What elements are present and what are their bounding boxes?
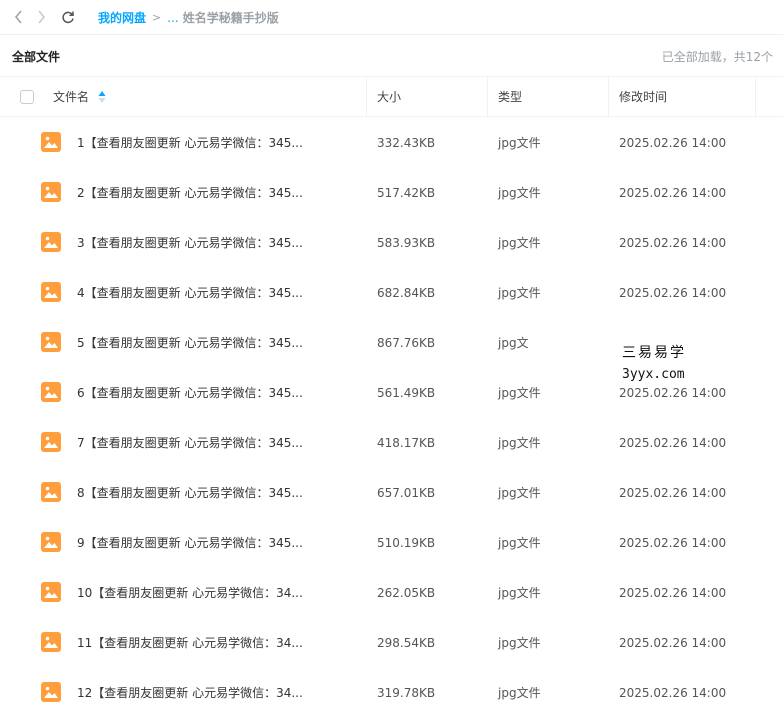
list-title: 全部文件 (12, 50, 61, 64)
image-file-icon (41, 682, 61, 702)
column-header-name[interactable]: 文件名 (53, 77, 89, 117)
image-file-icon (41, 482, 61, 502)
file-modified: 2025.02.26 14:00 (619, 186, 727, 200)
file-size: 561.49KB (377, 386, 436, 400)
file-type: jpg文件 (498, 286, 541, 300)
watermark-url: 3yyx.com (622, 367, 685, 382)
file-type: jpg文件 (498, 536, 541, 550)
load-status: 已全部加载，共12个 (661, 50, 773, 64)
file-name[interactable]: 9【查看朋友圈更新 心元易学微信：345... (77, 518, 347, 568)
file-row[interactable]: 9【查看朋友圈更新 心元易学微信：345... 510.19KB jpg文件 2… (0, 518, 783, 568)
file-name[interactable]: 4【查看朋友圈更新 心元易学微信：345... (77, 268, 347, 318)
file-size: 517.42KB (377, 186, 436, 200)
image-file-icon (41, 432, 61, 452)
file-type: jpg文件 (498, 636, 541, 650)
file-row[interactable]: 8【查看朋友圈更新 心元易学微信：345... 657.01KB jpg文件 2… (0, 468, 783, 518)
image-file-icon (41, 232, 61, 252)
file-type: jpg文件 (498, 486, 541, 500)
file-name[interactable]: 2【查看朋友圈更新 心元易学微信：345... (77, 168, 347, 218)
file-modified: 2025.02.26 14:00 (619, 136, 727, 150)
breadcrumb-current-folder: 姓名学秘籍手抄版 (182, 11, 279, 25)
file-modified: 2025.02.26 14:00 (619, 686, 727, 700)
top-nav-bar: 我的网盘 > ... 姓名学秘籍手抄版 (0, 0, 783, 34)
image-file-icon (41, 182, 61, 202)
file-modified: 2025.02.26 14:00 (619, 486, 727, 500)
top-divider (0, 34, 783, 35)
chevron-left-icon[interactable] (11, 9, 25, 25)
image-file-icon (41, 382, 61, 402)
column-divider (487, 77, 488, 117)
file-size: 583.93KB (377, 236, 436, 250)
chevron-right-icon[interactable] (34, 9, 48, 25)
file-modified: 2025.02.26 14:00 (619, 236, 727, 250)
file-type: jpg文件 (498, 386, 541, 400)
file-row[interactable]: 12【查看朋友圈更新 心元易学微信：34... 319.78KB jpg文件 2… (0, 668, 783, 718)
breadcrumb: 我的网盘 > ... 姓名学秘籍手抄版 (98, 9, 279, 26)
breadcrumb-ellipsis-link[interactable]: ... (167, 11, 178, 25)
file-name[interactable]: 6【查看朋友圈更新 心元易学微信：345... (77, 368, 347, 418)
file-size: 682.84KB (377, 286, 436, 300)
column-header-type[interactable]: 类型 (498, 77, 522, 117)
file-size: 510.19KB (377, 536, 436, 550)
file-name[interactable]: 1【查看朋友圈更新 心元易学微信：345... (77, 118, 347, 168)
file-row[interactable]: 3【查看朋友圈更新 心元易学微信：345... 583.93KB jpg文件 2… (0, 218, 783, 268)
file-modified: 2025.02.26 14:00 (619, 636, 727, 650)
column-divider (608, 77, 609, 117)
image-file-icon (41, 282, 61, 302)
image-file-icon (41, 582, 61, 602)
file-row[interactable]: 10【查看朋友圈更新 心元易学微信：34... 262.05KB jpg文件 2… (0, 568, 783, 618)
file-name[interactable]: 3【查看朋友圈更新 心元易学微信：345... (77, 218, 347, 268)
file-size: 418.17KB (377, 436, 436, 450)
file-size: 298.54KB (377, 636, 436, 650)
file-modified: 2025.02.26 14:00 (619, 286, 727, 300)
refresh-icon[interactable] (60, 9, 76, 25)
image-file-icon (41, 132, 61, 152)
breadcrumb-root-link[interactable]: 我的网盘 (98, 9, 146, 26)
watermark-title: 三易易学 (622, 345, 686, 361)
file-modified: 2025.02.26 14:00 (619, 436, 727, 450)
table-header: 文件名 大小 类型 修改时间 (0, 76, 783, 117)
file-type: jpg文件 (498, 186, 541, 200)
sort-arrow-icon[interactable] (98, 90, 106, 104)
file-type: jpg文件 (498, 436, 541, 450)
file-type: jpg文件 (498, 136, 541, 150)
file-type: jpg文 (498, 336, 529, 350)
file-row[interactable]: 11【查看朋友圈更新 心元易学微信：34... 298.54KB jpg文件 2… (0, 618, 783, 668)
image-file-icon (41, 332, 61, 352)
file-name[interactable]: 7【查看朋友圈更新 心元易学微信：345... (77, 418, 347, 468)
column-header-size[interactable]: 大小 (377, 77, 401, 117)
file-size: 867.76KB (377, 336, 436, 350)
file-name[interactable]: 8【查看朋友圈更新 心元易学微信：345... (77, 468, 347, 518)
file-row[interactable]: 1【查看朋友圈更新 心元易学微信：345... 332.43KB jpg文件 2… (0, 118, 783, 168)
file-size: 262.05KB (377, 586, 436, 600)
column-divider (755, 77, 756, 117)
file-size: 319.78KB (377, 686, 436, 700)
file-type: jpg文件 (498, 686, 541, 700)
file-type: jpg文件 (498, 586, 541, 600)
file-modified: 2025.02.26 14:00 (619, 536, 727, 550)
file-size: 657.01KB (377, 486, 436, 500)
file-row[interactable]: 7【查看朋友圈更新 心元易学微信：345... 418.17KB jpg文件 2… (0, 418, 783, 468)
file-name[interactable]: 5【查看朋友圈更新 心元易学微信：345... (77, 318, 347, 368)
file-type: jpg文件 (498, 236, 541, 250)
image-file-icon (41, 532, 61, 552)
file-name[interactable]: 12【查看朋友圈更新 心元易学微信：34... (77, 668, 347, 718)
file-modified: 2025.02.26 14:00 (619, 586, 727, 600)
column-header-modified[interactable]: 修改时间 (619, 77, 667, 117)
select-all-checkbox[interactable] (20, 90, 34, 104)
column-divider (366, 77, 367, 117)
file-name[interactable]: 10【查看朋友圈更新 心元易学微信：34... (77, 568, 347, 618)
breadcrumb-separator: > (152, 11, 162, 24)
file-row[interactable]: 4【查看朋友圈更新 心元易学微信：345... 682.84KB jpg文件 2… (0, 268, 783, 318)
file-size: 332.43KB (377, 136, 436, 150)
file-name[interactable]: 11【查看朋友圈更新 心元易学微信：34... (77, 618, 347, 668)
watermark: 三易易学 3yyx.com (622, 342, 686, 386)
file-row[interactable]: 2【查看朋友圈更新 心元易学微信：345... 517.42KB jpg文件 2… (0, 168, 783, 218)
image-file-icon (41, 632, 61, 652)
